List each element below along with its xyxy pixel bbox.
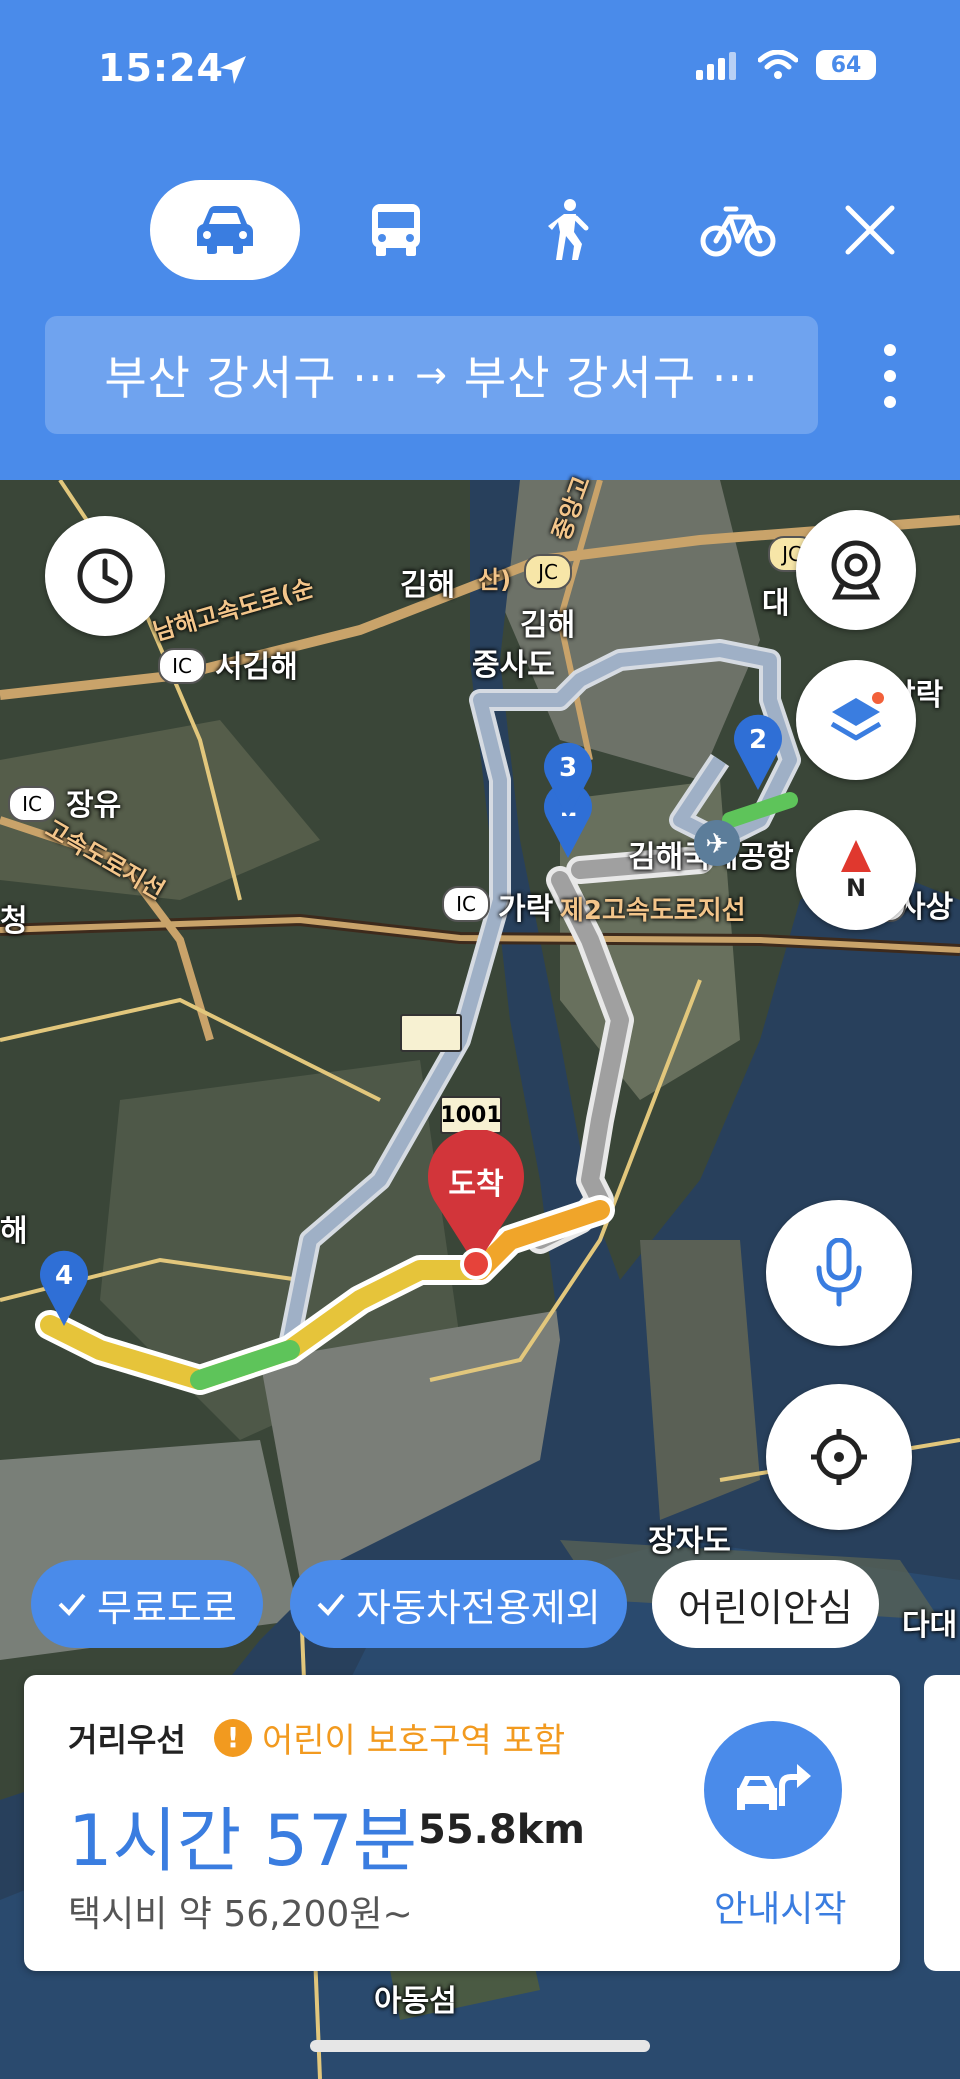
history-button[interactable] [45, 516, 165, 636]
map-label-cheong: 청 [0, 904, 28, 939]
close-button[interactable] [810, 180, 930, 280]
filter-chip-exclude-expressway[interactable]: 자동차전용제외 [290, 1560, 627, 1648]
ic-badge: IC [442, 886, 490, 922]
svg-text:도착: 도착 [448, 1167, 504, 1202]
tab-bike[interactable] [663, 180, 813, 280]
filter-label: 어린이안심 [678, 1585, 853, 1630]
navigation-car-icon [737, 1764, 811, 1810]
filter-label: 자동차전용제외 [356, 1585, 601, 1630]
route-result-card[interactable]: 거리우선 ! 어린이 보호구역 포함 1시간 57분 55.8km 택시비 약 … [24, 1675, 900, 1971]
map-label-jangyu: 장유 [66, 788, 122, 823]
location-arrow-icon [220, 56, 246, 84]
bus-icon [372, 204, 420, 256]
more-options-icon[interactable] [875, 336, 905, 416]
layers-icon [830, 692, 884, 741]
battery-indicator: 64 [816, 50, 876, 80]
jc-badge: JC [524, 554, 572, 590]
road-label-2nd-expressway: 제2고속도로지선 [560, 896, 746, 926]
map-label-adongseom: 아동섬 [374, 1984, 457, 2019]
cctv-button[interactable] [796, 510, 916, 630]
next-route-card[interactable] [924, 1675, 960, 1971]
map-label-garak: 가락 [498, 892, 554, 927]
filter-label: 무료도로 [97, 1585, 237, 1630]
route-shield-1001: 1001 [440, 1096, 502, 1134]
warning-text: 어린이 보호구역 포함 [262, 1721, 566, 1761]
school-zone-warning: ! 어린이 보호구역 포함 [214, 1713, 565, 1762]
waypoint-pin-3[interactable]: 3 [540, 740, 596, 820]
waypoint-pin-2[interactable]: 2 [730, 712, 786, 792]
start-navigation-button[interactable] [704, 1721, 842, 1859]
tab-walk[interactable] [492, 180, 642, 280]
svg-text:3: 3 [559, 753, 577, 783]
map-label-dadae: 다대 [902, 1608, 958, 1643]
taxi-fare: 택시비 약 56,200원~ [68, 1894, 413, 1935]
travel-mode-tabs [150, 180, 960, 280]
walk-icon [548, 199, 589, 260]
cctv-icon [831, 540, 881, 600]
layers-button[interactable] [796, 660, 916, 780]
tab-bus[interactable] [321, 180, 471, 280]
map-label-jangjado: 장자도 [648, 1524, 731, 1559]
check-icon [58, 1593, 86, 1616]
waypoint-pin-4[interactable]: 4 [36, 1248, 92, 1328]
route-type: 거리우선 [68, 1721, 186, 1759]
route-arrow: → [415, 353, 448, 397]
road-label-san: 산) [478, 566, 512, 594]
clock-icon [77, 548, 133, 604]
filter-chip-child-safe[interactable]: 어린이안심 [652, 1560, 879, 1648]
route-duration: 1시간 57분 [68, 1800, 418, 1882]
compass-button[interactable]: N [796, 810, 916, 930]
map-label-hae: 해 [0, 1214, 28, 1249]
map-label-gimhae-2: 김해 [520, 608, 576, 643]
directions-header: 15:24 64 부산 강서구 ··· → 부산 강서구 ··· [0, 0, 960, 480]
ic-badge: IC [8, 786, 56, 822]
svg-text:2: 2 [749, 725, 767, 755]
home-indicator [310, 2040, 650, 2052]
svg-text:N: N [846, 874, 866, 902]
ic-badge: IC [158, 648, 206, 684]
map-label-gimhae: 김해 [400, 568, 456, 603]
map-label-dae: 대 [762, 586, 790, 621]
compass-icon: N [841, 840, 871, 902]
car-icon [197, 206, 253, 254]
microphone-icon [816, 1238, 862, 1307]
filter-chip-free-road[interactable]: 무료도로 [31, 1560, 263, 1648]
my-location-button[interactable] [766, 1384, 912, 1530]
close-icon [845, 205, 895, 255]
check-icon [317, 1593, 345, 1616]
route-distance: 55.8km [418, 1807, 585, 1853]
warning-icon: ! [214, 1718, 252, 1757]
airport-icon: ✈ [694, 820, 740, 866]
start-navigation-label[interactable]: 안내시작 [714, 1880, 846, 1932]
destination-pin[interactable]: 도착 [424, 1130, 528, 1280]
route-origin: 부산 강서구 ··· [104, 351, 400, 405]
route-destination: 부산 강서구 ··· [463, 351, 759, 405]
bike-icon [700, 206, 776, 257]
map-label-jungsado: 중사도 [472, 648, 555, 683]
status-icons: 64 [696, 50, 876, 80]
status-time: 15:24 [98, 46, 224, 90]
locate-icon [811, 1429, 867, 1485]
svg-text:4: 4 [55, 1261, 73, 1291]
route-shield-blank [400, 1014, 462, 1052]
signal-icon [696, 52, 736, 80]
map-label-seogimhae: 서김해 [215, 650, 298, 685]
wifi-icon [758, 50, 798, 79]
route-summary-field[interactable]: 부산 강서구 ··· → 부산 강서구 ··· [45, 316, 818, 434]
tab-car[interactable] [150, 180, 300, 280]
voice-search-button[interactable] [766, 1200, 912, 1346]
